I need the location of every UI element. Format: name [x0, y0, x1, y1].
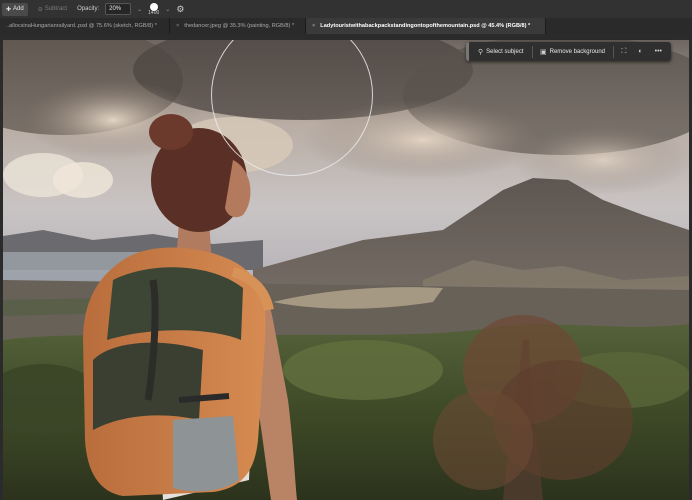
image-icon: ▣	[540, 48, 547, 56]
add-mode-button[interactable]: ✚ Add	[2, 2, 28, 16]
more-options-button[interactable]: •••	[651, 45, 666, 59]
tab-label: thedancer.jpeg @ 35.3% (painting, RGB/8)…	[184, 23, 295, 29]
minus-icon: ⊖	[37, 6, 43, 13]
brush-size-value: 1400	[148, 9, 160, 16]
contextual-task-bar: ⚲ Select subject ▣ Remove background ⛶ ◐…	[466, 42, 671, 61]
gear-icon[interactable]: ⚙	[176, 4, 184, 15]
opacity-input[interactable]: 20%	[105, 3, 132, 15]
options-bar: ✚ Add ⊖ Subtract Opacity: 20% ⌄ 1400 ⌄ ⚙	[0, 0, 692, 18]
task-divider	[531, 45, 532, 58]
chevron-down-icon[interactable]: ⌄	[137, 6, 142, 13]
more-icon: •••	[654, 48, 662, 55]
add-mode-label: Add	[13, 6, 24, 12]
opacity-value: 20%	[109, 6, 122, 12]
mask-icon: ⛶	[621, 47, 627, 55]
adjustment-button[interactable]: ◐	[634, 45, 646, 59]
opacity-label: Opacity:	[77, 6, 100, 12]
document-tabs: ..allocsinaHungarianrailyard..psd @ 75.6…	[0, 18, 692, 34]
tab-label: Ladytouristwithabackpackstandingontopoft…	[320, 23, 531, 29]
brush-size-picker[interactable]: 1400	[148, 2, 160, 16]
close-icon[interactable]: ×	[176, 23, 179, 29]
plus-icon: ✚	[6, 6, 12, 13]
brush-chevron-down-icon[interactable]: ⌄	[165, 6, 170, 13]
task-divider	[613, 45, 614, 58]
tab-label: ..allocsinaHungarianrailyard..psd @ 75.6…	[6, 23, 157, 29]
select-subject-button[interactable]: ⚲ Select subject	[474, 45, 528, 59]
canvas-area[interactable]: ⚲ Select subject ▣ Remove background ⛶ ◐…	[0, 34, 692, 500]
half-circle-icon: ◐	[638, 48, 643, 55]
remove-background-button[interactable]: ▣ Remove background	[536, 45, 609, 59]
subtract-mode-button[interactable]: ⊖ Subtract	[34, 3, 71, 16]
close-icon[interactable]: ×	[312, 23, 315, 29]
remove-background-label: Remove background	[549, 48, 605, 55]
select-subject-label: Select subject	[486, 48, 524, 55]
person-icon: ⚲	[478, 48, 484, 56]
tab-thedancer[interactable]: × thedancer.jpeg @ 35.3% (painting, RGB/…	[170, 18, 306, 34]
subtract-mode-label: Subtract	[44, 6, 68, 12]
document-photo[interactable]	[3, 40, 689, 500]
tab-lady-tourist[interactable]: × Ladytouristwithabackpackstandingontopo…	[306, 18, 546, 34]
mask-button[interactable]: ⛶	[618, 45, 631, 59]
tab-hungarian-railyard[interactable]: ..allocsinaHungarianrailyard..psd @ 75.6…	[0, 18, 170, 34]
